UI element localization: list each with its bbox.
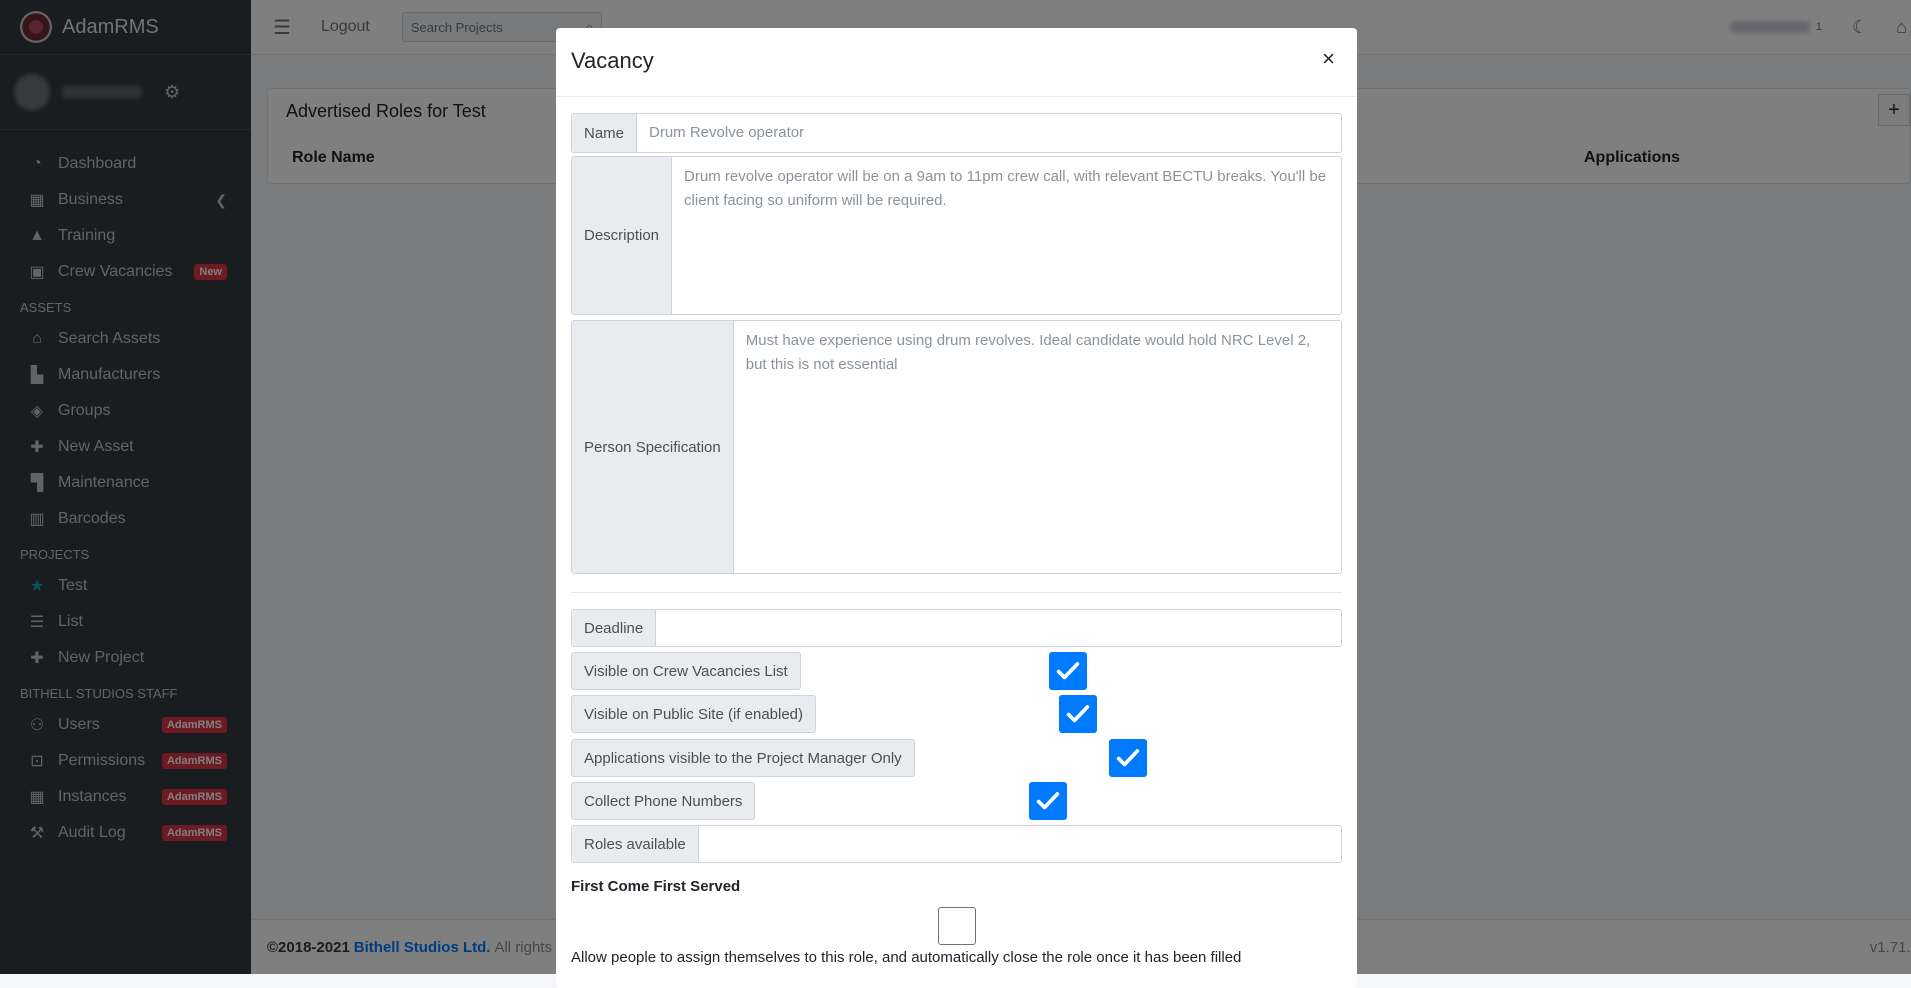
collect-phone-numbers-label: Collect Phone Numbers xyxy=(571,782,756,820)
person-spec-textarea[interactable]: Must have experience using drum revolves… xyxy=(734,321,1341,573)
fcfs-checkbox[interactable] xyxy=(938,907,976,945)
deadline-label: Deadline xyxy=(572,610,657,646)
close-icon[interactable]: × xyxy=(1322,46,1335,72)
description-textarea[interactable]: Drum revolve operator will be on a 9am t… xyxy=(672,157,1341,314)
fcfs-description: Allow people to assign themselves to thi… xyxy=(571,949,1242,966)
checkmark-icon xyxy=(1116,749,1140,767)
visible-public-site-checkbox[interactable] xyxy=(1059,695,1097,733)
collect-phone-numbers-checkbox[interactable] xyxy=(1029,782,1067,820)
checkmark-icon xyxy=(1056,662,1080,680)
name-input-group: Name Drum Revolve operator xyxy=(571,113,1342,153)
deadline-field[interactable] xyxy=(656,610,1341,646)
roles-available-field[interactable] xyxy=(699,826,1341,862)
visible-crew-vacancies-label: Visible on Crew Vacancies List xyxy=(571,652,801,690)
name-field[interactable]: Drum Revolve operator xyxy=(637,114,1341,152)
divider xyxy=(571,592,1342,593)
roles-available-label: Roles available xyxy=(572,826,699,862)
modal-header: Vacancy × xyxy=(556,28,1357,97)
description-label: Description xyxy=(572,157,673,314)
roles-available-input-group: Roles available xyxy=(571,825,1342,863)
visible-public-site-label: Visible on Public Site (if enabled) xyxy=(571,695,817,733)
visible-crew-vacancies-checkbox[interactable] xyxy=(1049,652,1087,690)
applications-visible-pm-checkbox[interactable] xyxy=(1109,739,1147,777)
checkmark-icon xyxy=(1036,792,1060,810)
modal-title: Vacancy xyxy=(571,48,654,73)
fcfs-title: First Come First Served xyxy=(571,878,741,895)
deadline-input-group: Deadline xyxy=(571,609,1342,647)
applications-visible-pm-label: Applications visible to the Project Mana… xyxy=(571,739,915,777)
name-label: Name xyxy=(572,114,638,152)
person-spec-input-group: Person Specification Must have experienc… xyxy=(571,320,1342,574)
description-input-group: Description Drum revolve operator will b… xyxy=(571,156,1342,315)
vacancy-modal: Vacancy × Name Drum Revolve operator Des… xyxy=(556,28,1357,988)
checkmark-icon xyxy=(1066,705,1090,723)
person-spec-label: Person Specification xyxy=(572,321,734,573)
